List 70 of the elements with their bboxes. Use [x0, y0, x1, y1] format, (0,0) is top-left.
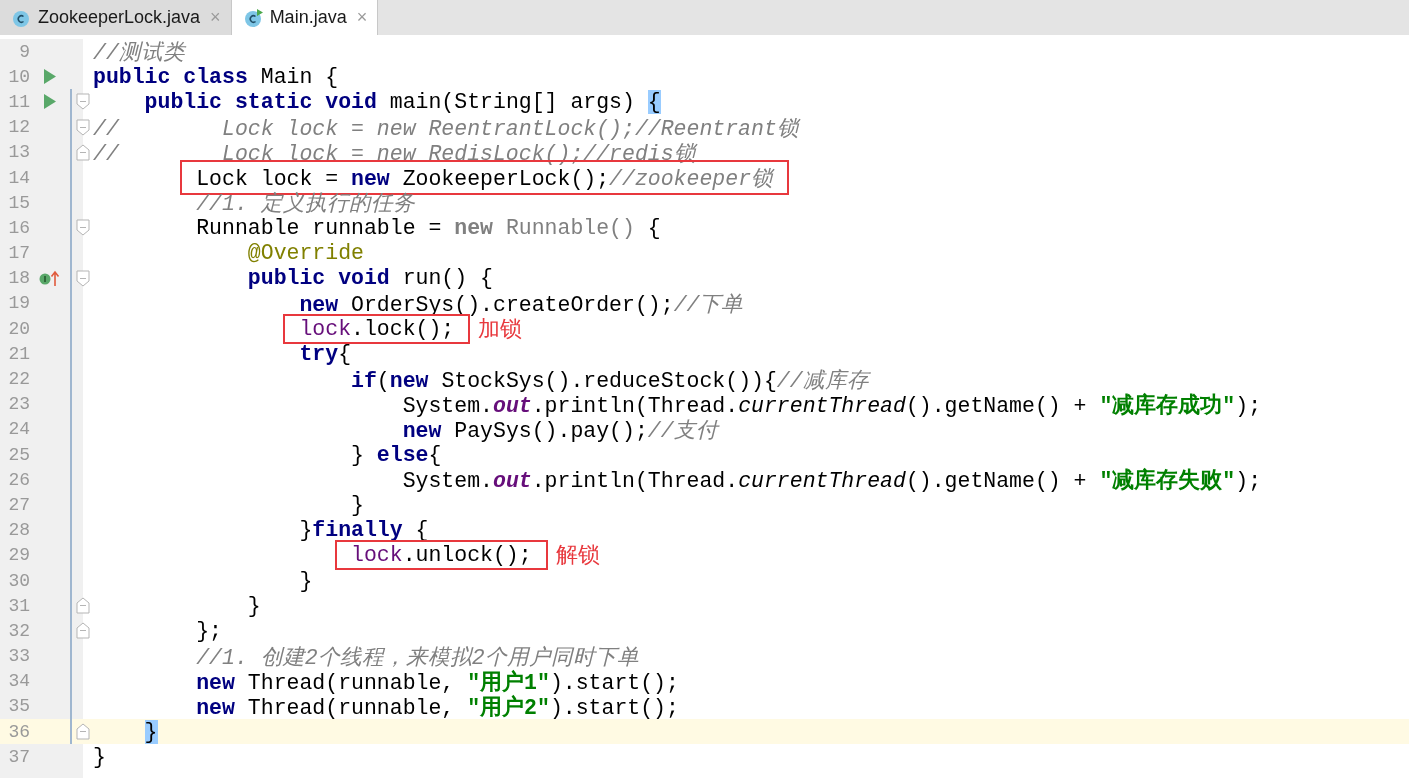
code-text: } [351, 492, 364, 517]
code-text: //1. 定义执行的任务 [196, 191, 415, 218]
line-number: 26 [7, 469, 30, 490]
line-number: 9 [18, 41, 30, 62]
line-number: 12 [7, 117, 30, 138]
code-text: } [144, 719, 158, 744]
code-text: public class Main { [93, 64, 339, 89]
line-number: 27 [7, 494, 30, 515]
line-number: 34 [7, 671, 30, 692]
code-text: public void run() { [247, 266, 493, 291]
code-text: new Thread(runnable, "用户1").start(); [196, 669, 679, 695]
code-text: @Override [247, 241, 364, 266]
line-number: 10 [7, 66, 30, 87]
override-icon[interactable] [39, 269, 61, 288]
code-text: } [299, 568, 313, 593]
fold-icon[interactable] [75, 143, 90, 161]
line-number: 35 [7, 696, 30, 717]
line-number: 31 [7, 595, 30, 616]
line-number: 19 [7, 293, 30, 314]
line-number: 13 [7, 142, 30, 163]
line-number: 25 [7, 444, 30, 465]
line-number: 11 [7, 91, 30, 112]
code-text: if(new StockSys().reduceStock()){//减库存 [351, 367, 869, 394]
highlight-box: lock.lock(); [285, 315, 469, 342]
run-icon[interactable] [44, 94, 56, 110]
code-text: } else{ [351, 442, 442, 467]
code-text: // Lock lock = new ReentrantLock();//Reentrant锁 [93, 115, 799, 142]
line-number: 23 [7, 394, 30, 415]
code-text: } [93, 744, 106, 769]
code-text: new Thread(runnable, "用户2").start(); [196, 694, 679, 721]
line-number: 20 [7, 318, 30, 339]
file-tab[interactable]: Main.java × [231, 0, 379, 35]
line-number: 30 [7, 570, 30, 591]
fold-icon[interactable] [75, 723, 90, 741]
line-number: 32 [7, 620, 30, 641]
code-text: } [247, 593, 261, 618]
code-text: new OrderSys().createOrder();//下单 [299, 291, 744, 318]
line-number: 15 [7, 192, 30, 213]
line-number: 28 [7, 520, 30, 541]
code-text: //测试类 [93, 40, 185, 67]
line-number: 24 [7, 419, 30, 440]
fold-icon[interactable] [75, 118, 90, 136]
code-text: System.out.println(Thread.currentThread().getName() + "减库存成功"); [402, 392, 1262, 419]
line-number: 36 [7, 721, 30, 742]
code-text: System.out.println(Thread.currentThread().getName() + "减库存失败"); [402, 467, 1262, 495]
line-number: 18 [7, 268, 30, 289]
fold-icon[interactable] [75, 93, 90, 111]
file-tab[interactable]: ZookeeperLock.java × [0, 0, 232, 35]
line-number: 17 [7, 243, 30, 264]
line-number: 37 [7, 746, 30, 767]
line-number: 21 [7, 343, 30, 364]
line-number: 22 [7, 369, 30, 390]
fold-icon[interactable] [75, 622, 90, 640]
line-number: 14 [7, 167, 30, 188]
line-number: 33 [7, 646, 30, 667]
fold-icon[interactable] [75, 269, 90, 287]
annotation-text: 加锁 [478, 315, 523, 343]
code-text: try{ [299, 341, 352, 366]
code-text: }; [196, 618, 223, 643]
fold-icon[interactable] [75, 219, 90, 237]
code-text: //1. 创建2个线程，来模拟2个用户同时下单 [196, 644, 639, 670]
code-text: public static void main(String[] args) { [144, 89, 661, 114]
code-text: new PaySys().pay();//支付 [402, 417, 718, 444]
annotation-text: 解锁 [555, 541, 600, 570]
line-number: 29 [7, 545, 30, 566]
highlight-box: lock.unlock(); [337, 542, 546, 569]
line-number: 16 [7, 217, 30, 238]
run-icon[interactable] [44, 69, 56, 85]
fold-icon[interactable] [75, 597, 90, 615]
code-text: Runnable runnable = new Runnable() { [196, 215, 661, 240]
